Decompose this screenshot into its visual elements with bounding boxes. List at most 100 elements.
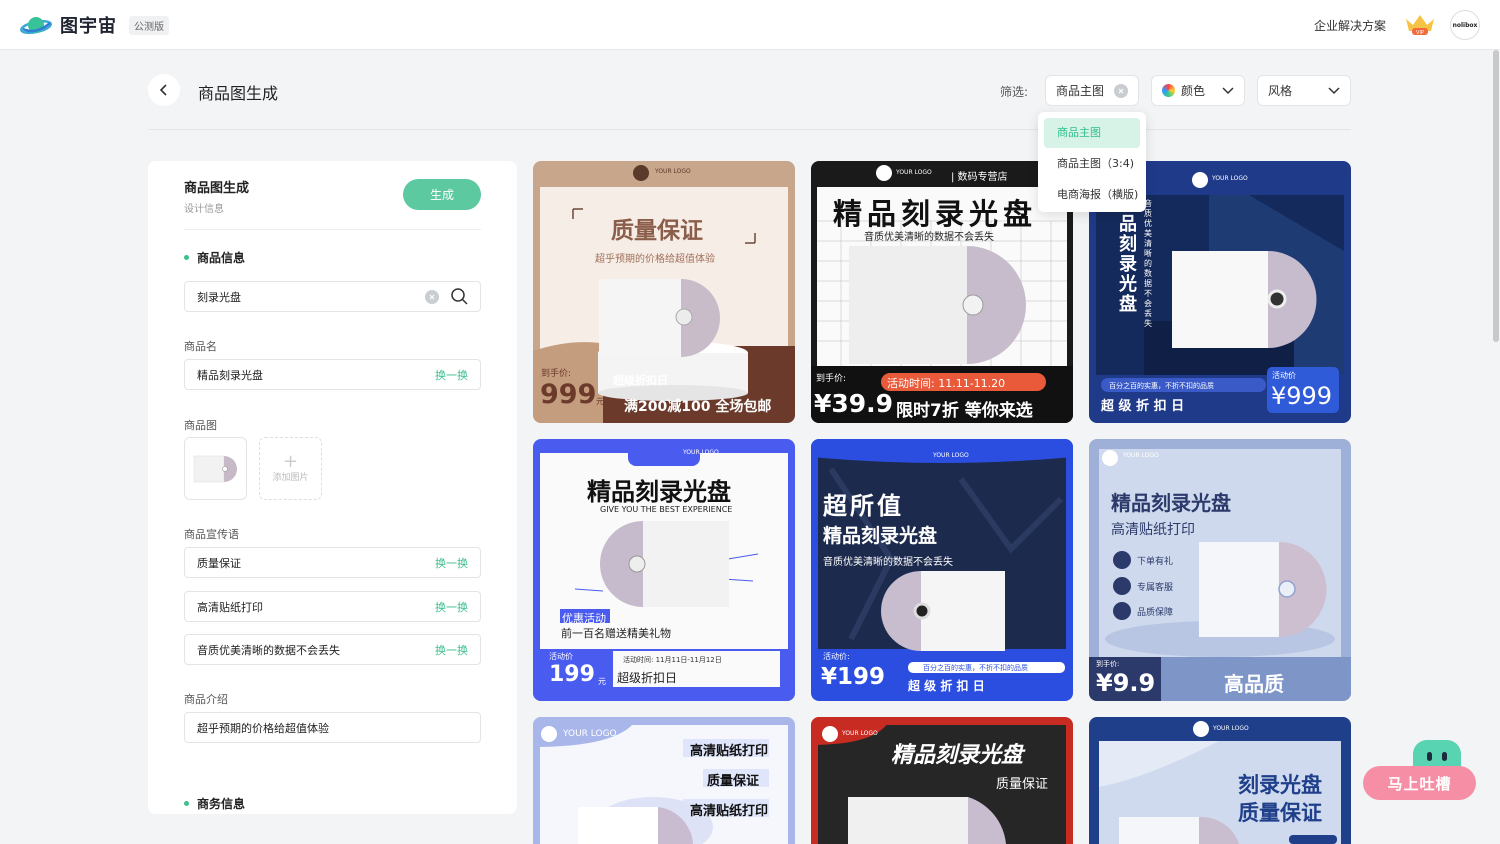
- filter-color-value: 颜色: [1181, 84, 1206, 98]
- card-logo: YOUR LOGO: [933, 452, 969, 459]
- dropdown-item-poster-landscape[interactable]: 电商海报（横版): [1044, 180, 1140, 210]
- chevron-left-icon: [159, 84, 167, 96]
- card-badge: 优惠活动: [562, 612, 606, 625]
- card-days: 超 级 折 扣 日: [908, 679, 985, 693]
- feedback-float-button[interactable]: 马上吐槽: [1363, 738, 1476, 802]
- card-price: ¥199: [821, 664, 886, 690]
- section-business-label: 商务信息: [197, 797, 246, 811]
- back-button[interactable]: [148, 74, 180, 106]
- card-feature-2: 专属客服: [1137, 583, 1174, 593]
- panel-title: 商品图生成: [184, 181, 250, 196]
- filter-color-select[interactable]: 颜色: [1151, 75, 1245, 106]
- section-product-info: 商品信息: [184, 249, 245, 266]
- scrollbar-thumb[interactable]: [1493, 50, 1499, 342]
- card-tag: 超级折扣日: [613, 374, 668, 387]
- dropdown-item-main-image[interactable]: 商品主图: [1044, 118, 1140, 148]
- swap-slogan-2-button[interactable]: 换一换: [435, 599, 468, 615]
- swap-slogan-1-button[interactable]: 换一换: [435, 555, 468, 571]
- slogan-value-1: 质量保证: [197, 556, 241, 570]
- section-business-info: 商务信息: [184, 795, 245, 812]
- search-icon[interactable]: [451, 288, 468, 305]
- card-subtitle: 音质优美清晰的数据不会丢失: [823, 557, 953, 568]
- robot-eye: [1442, 752, 1447, 761]
- card-promo: 满200减100 全场包邮: [624, 399, 772, 415]
- card-price: ¥999: [1271, 382, 1333, 410]
- slogan-value-2: 高清贴纸打印: [197, 600, 263, 614]
- card-title: 质量保证: [611, 218, 703, 244]
- section-product-label: 商品信息: [197, 251, 246, 265]
- card-activity-time: 活动时间: 11月11日-11月12日: [623, 656, 722, 664]
- slogan-input-3[interactable]: 音质优美清晰的数据不会丢失 换一换: [184, 634, 481, 665]
- chevron-down-icon: [1328, 86, 1340, 94]
- template-card-1[interactable]: YOUR LOGO 质量保证 超乎预期的价格给超值体验 到手价: 999 元 超…: [533, 161, 795, 423]
- product-search-input[interactable]: 刻录光盘: [184, 281, 481, 312]
- design-info-panel: 商品图生成 设计信息 生成 商品信息 刻录光盘 商品名 精品刻录光盘 换一换 商…: [148, 161, 517, 814]
- vip-crown-icon[interactable]: VIP: [1404, 13, 1436, 37]
- card-title-2: 质量保证: [1238, 801, 1322, 825]
- page-scrollbar[interactable]: [1492, 50, 1500, 844]
- card-title-1: 超所值: [823, 492, 904, 520]
- slogan-input-2[interactable]: 高清贴纸打印 换一换: [184, 591, 481, 622]
- card-price: ¥9.9: [1096, 669, 1156, 697]
- filter-type-select[interactable]: 商品主图: [1045, 75, 1139, 106]
- card-title-2: 精品刻录光盘: [823, 525, 938, 547]
- card-price-label: 活动价: [1272, 371, 1296, 380]
- template-card-8[interactable]: YOUR LOGO 精品刻录光盘 质量保证: [811, 717, 1073, 844]
- intro-input[interactable]: 超乎预期的价格给超值体验: [184, 712, 481, 743]
- card-logo: YOUR LOGO: [1212, 175, 1248, 182]
- template-card-6[interactable]: YOUR LOGO 精品刻录光盘 高清贴纸打印 下单有礼 专属客服 品质保障 到…: [1089, 439, 1351, 701]
- product-image-thumbnail[interactable]: [184, 437, 247, 500]
- template-card-9[interactable]: YOUR LOGO 刻录光盘 质量保证: [1089, 717, 1351, 844]
- swap-name-button[interactable]: 换一换: [435, 367, 468, 383]
- filter-style-value: 风格: [1268, 84, 1293, 98]
- card-subtitle: 高清贴纸打印: [1111, 522, 1195, 538]
- user-avatar[interactable]: nolibox: [1450, 10, 1480, 40]
- clear-search-icon[interactable]: [425, 289, 439, 304]
- swap-slogan-3-button[interactable]: 换一换: [435, 642, 468, 658]
- product-image-label: 商品图: [184, 419, 217, 432]
- generate-button[interactable]: 生成: [403, 179, 481, 210]
- card-logo: YOUR LOGO: [896, 169, 932, 176]
- card-title: 精品刻录光盘: [1119, 195, 1137, 315]
- page-title: 商品图生成: [198, 84, 279, 103]
- add-image-button[interactable]: + 添加图片: [259, 437, 322, 500]
- enterprise-solutions-link[interactable]: 企业解决方案: [1314, 17, 1386, 34]
- planet-logo-icon: [20, 17, 52, 35]
- chevron-down-icon: [1222, 86, 1234, 94]
- card-title: 精品刻录光盘: [891, 743, 1024, 768]
- filter-type-dropdown: 商品主图 商品主图（3:4) 电商海报（横版): [1038, 112, 1146, 212]
- card-store-name: | 数码专营店: [951, 172, 1008, 183]
- template-card-5[interactable]: YOUR LOGO 超所值 精品刻录光盘 音质优美清晰的数据不会丢失 活动价: …: [811, 439, 1073, 701]
- card-side-text: 音质优美清晰的数据不会丢失: [1144, 199, 1152, 328]
- card-logo: YOUR LOGO: [563, 729, 617, 739]
- cd-product-icon: [193, 455, 237, 482]
- template-card-2[interactable]: YOUR LOGO | 数码专营店 精品刻录光盘 音质优美清晰的数据不会丢失 到…: [811, 161, 1073, 423]
- slogan-label: 商品宣传语: [184, 528, 239, 541]
- clear-filter-icon[interactable]: [1114, 83, 1128, 98]
- dropdown-item-main-image-3-4[interactable]: 商品主图（3:4): [1044, 149, 1140, 179]
- card-price: 999: [540, 379, 597, 410]
- card-title: 精品刻录光盘: [833, 197, 1038, 231]
- intro-value: 超乎预期的价格给超值体验: [197, 721, 329, 735]
- product-name-value: 精品刻录光盘: [197, 368, 263, 382]
- card-price-label: 到手价:: [541, 369, 572, 379]
- color-wheel-icon: [1162, 84, 1175, 97]
- card-tag: 高品质: [1224, 672, 1284, 696]
- card-price-unit: 元: [596, 397, 604, 406]
- filter-type-value: 商品主图: [1056, 84, 1105, 98]
- brand-logo[interactable]: 图宇宙 公测版: [20, 12, 169, 38]
- template-card-7[interactable]: YOUR LOGO 高清贴纸打印 质量保证 高清贴纸打印: [533, 717, 795, 844]
- card-subtitle: 音质优美清晰的数据不会丢失: [864, 232, 994, 243]
- slogan-input-1[interactable]: 质量保证 换一换: [184, 547, 481, 578]
- card-line-1: 高清贴纸打印: [690, 744, 769, 759]
- filter-style-select[interactable]: 风格: [1257, 75, 1351, 106]
- vip-label: VIP: [1416, 30, 1424, 36]
- card-logo: YOUR LOGO: [842, 730, 878, 737]
- card-price-label: 到手价:: [1096, 660, 1120, 668]
- header-divider: [148, 129, 1351, 130]
- card-price: 199: [549, 662, 595, 687]
- card-banner: 百分之百的实惠，不折不扣的品质: [1109, 382, 1214, 390]
- template-card-4[interactable]: YOUR LOGO 精品刻录光盘 GIVE YOU THE BEST EXPER…: [533, 439, 795, 701]
- product-name-input[interactable]: 精品刻录光盘 换一换: [184, 359, 481, 390]
- panel-divider: [184, 229, 481, 230]
